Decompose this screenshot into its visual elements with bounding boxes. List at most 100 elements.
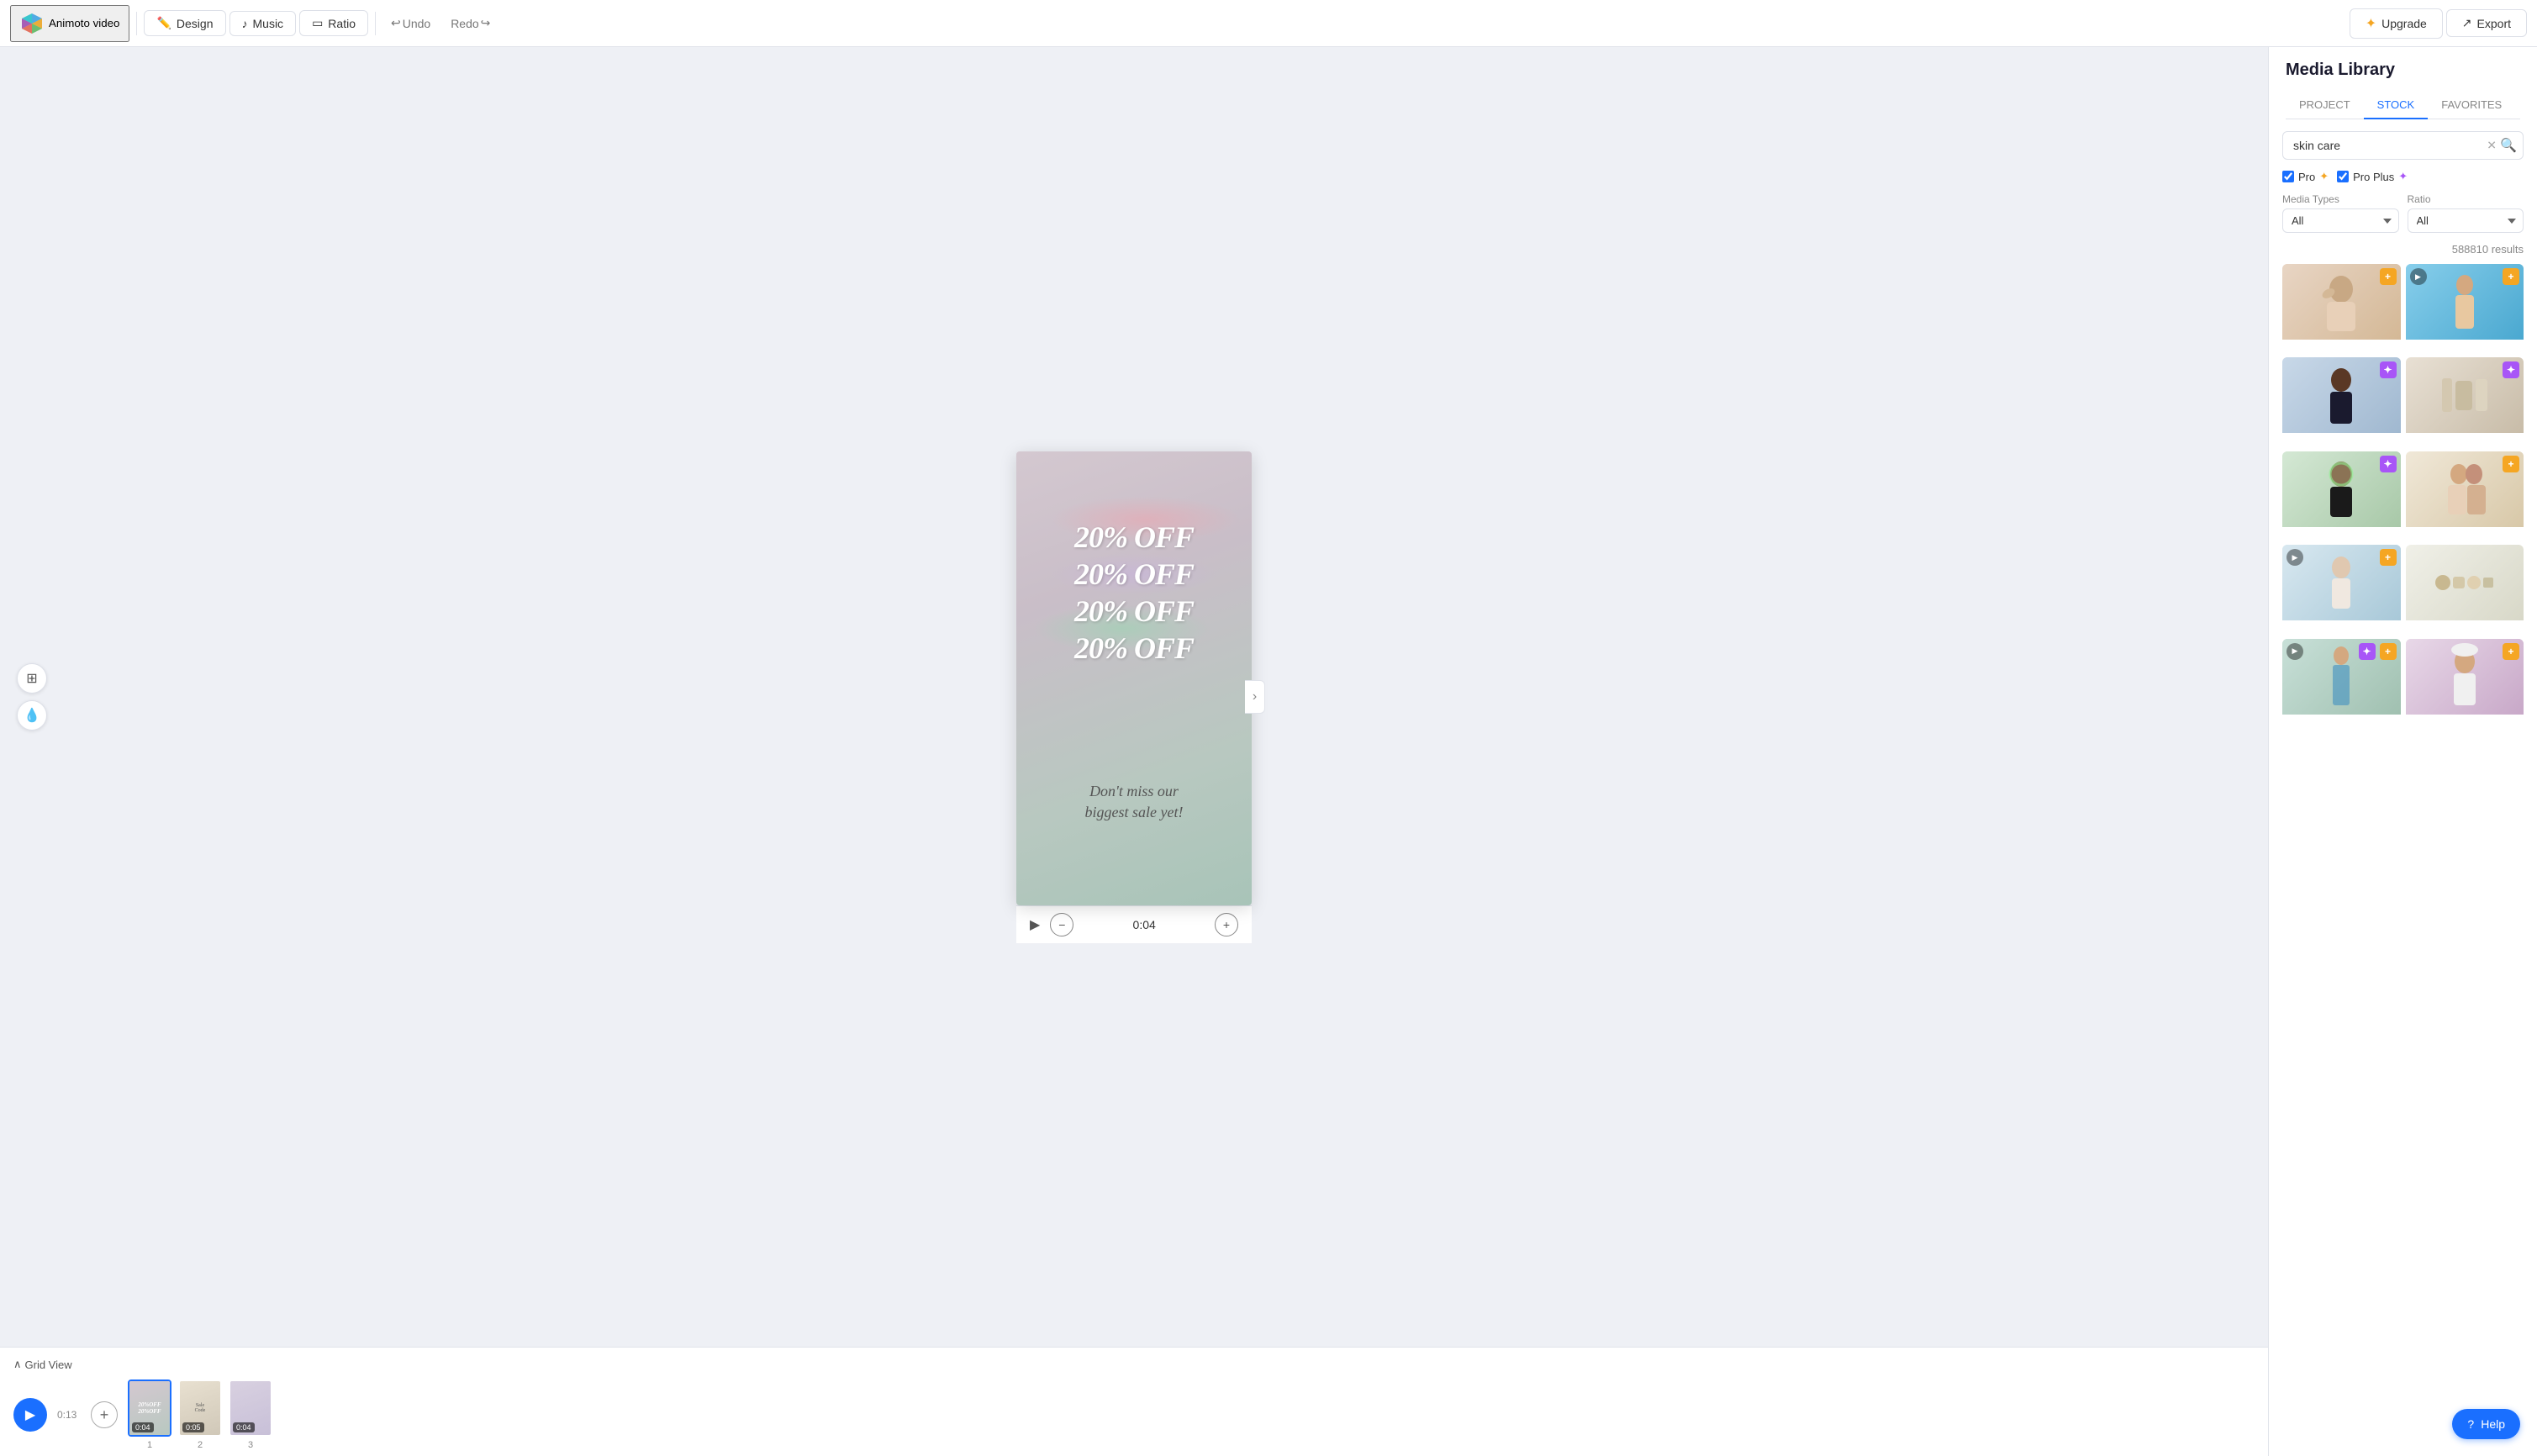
time-decrease-button[interactable]: − — [1050, 913, 1073, 936]
timeline-header: ∧ Grid View — [13, 1358, 2255, 1371]
design-icon: ✏️ — [156, 16, 171, 30]
timeline: ∧ Grid View ▶ 0:13 + 20%OFF20%O — [0, 1347, 2268, 1456]
color-tool-button[interactable]: 💧 — [17, 700, 47, 731]
slide-2-duration: 0:05 — [182, 1422, 204, 1432]
slide-item-3: 0:04 3 — [229, 1380, 272, 1450]
design-button[interactable]: ✏️ Design — [144, 10, 225, 36]
sidebar-collapse-arrow[interactable]: › — [1245, 680, 1265, 714]
timeline-play-button[interactable]: ▶ — [13, 1398, 47, 1432]
time-increase-button[interactable]: + — [1215, 913, 1238, 936]
music-button[interactable]: ♪ Music — [229, 11, 297, 36]
ratio-icon: ▭ — [312, 16, 323, 30]
slide-1-duration: 0:04 — [132, 1422, 154, 1432]
timeline-tracks: ▶ 0:13 + 20%OFF20%OFF 0:04 — [13, 1380, 2255, 1450]
undo-button[interactable]: ↩ Undo — [382, 11, 439, 35]
ratio-button[interactable]: ▭ Ratio — [299, 10, 368, 36]
layout-tool-button[interactable]: ⊞ — [17, 663, 47, 694]
media-item-8[interactable] — [2406, 545, 2524, 633]
pro-badge-10: + — [2503, 643, 2519, 660]
canvas-workspace: ⊞ 💧 20% OFF 20% OFF 20% OFF 20% OFF — [0, 47, 2268, 1347]
image-grid: + ▶ + — [2282, 264, 2524, 727]
export-icon: ↗ — [2462, 16, 2472, 30]
media-item-2[interactable]: ▶ + — [2406, 264, 2524, 352]
pro-plus-filter-label[interactable]: Pro Plus ✦ — [2337, 170, 2408, 183]
slide-thumb-2[interactable]: SaleCode 0:05 — [178, 1380, 222, 1437]
upgrade-star-icon: ✦ — [2366, 15, 2376, 32]
sale-line-4: 20% OFF — [1074, 630, 1194, 666]
person-svg-1 — [2312, 268, 2371, 335]
pro-badge-6: + — [2503, 456, 2519, 472]
video-preview-wrapper: 20% OFF 20% OFF 20% OFF 20% OFF Don't mi… — [1016, 451, 1252, 943]
search-submit-button[interactable]: 🔍 — [2500, 137, 2517, 154]
search-clear-button[interactable]: ✕ — [2487, 139, 2497, 153]
pro-plus-badge-4: ✦ — [2503, 361, 2519, 378]
media-sidebar: Media Library PROJECT STOCK FAVORITES ✕ … — [2268, 47, 2537, 1456]
redo-button[interactable]: Redo ↪ — [442, 11, 498, 35]
media-item-6[interactable]: + — [2406, 451, 2524, 540]
media-types-label: Media Types — [2282, 193, 2399, 205]
side-toolbar: ⊞ 💧 — [17, 663, 47, 731]
play-button[interactable]: ▶ — [1030, 916, 1040, 933]
animoto-logo-icon — [20, 12, 44, 35]
filter-row: Pro ✦ Pro Plus ✦ — [2282, 170, 2524, 183]
pro-plus-badge-9: ✦ — [2359, 643, 2376, 660]
pro-checkbox[interactable] — [2282, 171, 2294, 182]
help-button[interactable]: ? Help — [2452, 1409, 2520, 1439]
tab-project[interactable]: PROJECT — [2286, 92, 2364, 119]
pro-badge-7: + — [2380, 549, 2397, 566]
video-play-icon-7: ▶ — [2286, 549, 2303, 566]
export-button[interactable]: ↗ Export — [2446, 9, 2527, 37]
slide-3-duration: 0:04 — [233, 1422, 255, 1432]
media-item-4[interactable]: ✦ — [2406, 357, 2524, 446]
search-bar: ✕ 🔍 — [2282, 131, 2524, 160]
pro-plus-checkbox[interactable] — [2337, 171, 2349, 182]
media-item-1[interactable]: + — [2282, 264, 2401, 352]
slide-1-number: 1 — [147, 1440, 152, 1450]
media-item-7[interactable]: ▶ + — [2282, 545, 2401, 633]
upgrade-button[interactable]: ✦ Upgrade — [2350, 8, 2443, 39]
person-svg-5 — [2312, 456, 2371, 523]
media-item-5[interactable]: ✦ — [2282, 451, 2401, 540]
pro-plus-badge-3: ✦ — [2380, 361, 2397, 378]
grid-view-label: Grid View — [25, 1358, 72, 1371]
sale-line-1: 20% OFF — [1074, 520, 1194, 555]
video-play-icon-9: ▶ — [2286, 643, 2303, 660]
slide-thumb-1[interactable]: 20%OFF20%OFF 0:04 — [128, 1380, 171, 1437]
tab-favorites[interactable]: FAVORITES — [2428, 92, 2515, 119]
media-types-select[interactable]: All Photos Videos — [2282, 208, 2399, 233]
redo-icon: ↪ — [481, 16, 491, 30]
main-layout: ⊞ 💧 20% OFF 20% OFF 20% OFF 20% OFF — [0, 47, 2537, 1456]
add-slide-button[interactable]: + — [91, 1401, 118, 1428]
top-navigation: Animoto video ✏️ Design ♪ Music ▭ Ratio … — [0, 0, 2537, 47]
tagline-text: Don't miss ourbiggest sale yet! — [1016, 781, 1252, 823]
dropdowns-row: Media Types All Photos Videos Ratio All … — [2282, 193, 2524, 233]
video-content: 20% OFF 20% OFF 20% OFF 20% OFF Don't mi… — [1016, 451, 1252, 905]
tab-stock[interactable]: STOCK — [2364, 92, 2429, 119]
slide-3-number: 3 — [248, 1440, 253, 1450]
pro-star-icon: ✦ — [2319, 170, 2329, 183]
nav-divider-1 — [136, 12, 137, 35]
pro-label: Pro — [2298, 171, 2315, 183]
person-svg-6 — [2435, 456, 2494, 523]
ratio-select[interactable]: All Square Portrait Landscape — [2408, 208, 2524, 233]
media-item-9[interactable]: ▶ + ✦ — [2282, 639, 2401, 727]
slide-item-2: SaleCode 0:05 2 — [178, 1380, 222, 1450]
media-item-10[interactable]: + — [2406, 639, 2524, 727]
media-item-3[interactable]: ✦ — [2282, 357, 2401, 446]
grid-view-toggle[interactable]: ∧ Grid View — [13, 1358, 72, 1371]
slide-thumb-3[interactable]: 0:04 — [229, 1380, 272, 1437]
person-svg-7 — [2312, 549, 2371, 616]
sidebar-header: Media Library PROJECT STOCK FAVORITES — [2269, 47, 2537, 119]
logo-label: Animoto video — [49, 17, 119, 29]
ratio-label: Ratio — [2408, 193, 2524, 205]
pro-badge-9: + — [2380, 643, 2397, 660]
logo-button[interactable]: Animoto video — [10, 5, 129, 42]
pro-badge-2: + — [2503, 268, 2519, 285]
media-types-group: Media Types All Photos Videos — [2282, 193, 2399, 233]
sale-line-3: 20% OFF — [1074, 593, 1194, 629]
video-play-icon-2: ▶ — [2410, 268, 2427, 285]
undo-icon: ↩ — [391, 16, 401, 30]
pro-filter-label[interactable]: Pro ✦ — [2282, 170, 2329, 183]
sidebar-content: ✕ 🔍 Pro ✦ Pro Plus ✦ Media Typ — [2269, 119, 2537, 1456]
person-svg-2 — [2435, 268, 2494, 335]
